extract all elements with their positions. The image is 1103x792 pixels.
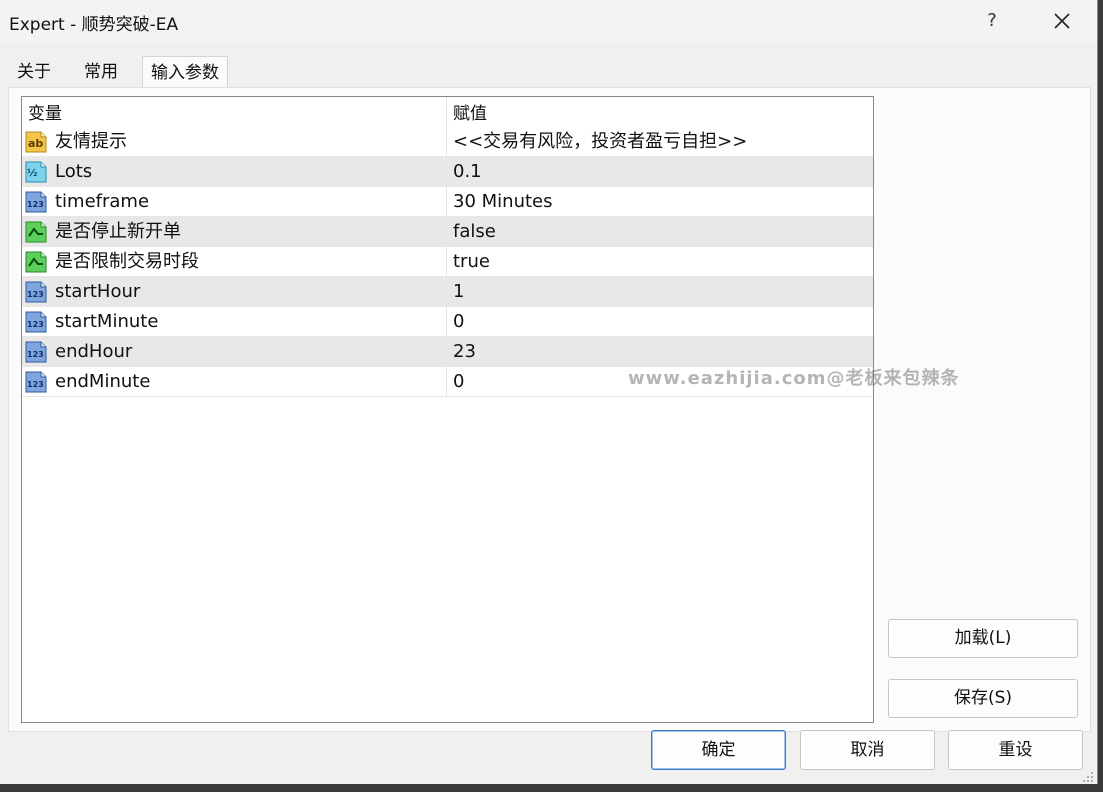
load-button[interactable]: 加载(L) bbox=[888, 619, 1078, 658]
window-title: Expert - 顺势突破-EA bbox=[9, 15, 179, 35]
table-row[interactable]: 123 startMinute 0 bbox=[22, 307, 873, 337]
parameter-value[interactable]: 0 bbox=[453, 307, 464, 337]
cancel-button[interactable]: 取消 bbox=[800, 730, 935, 770]
svg-text:123: 123 bbox=[27, 380, 44, 389]
resize-grip-icon bbox=[1083, 772, 1093, 782]
integer-123-icon: 123 bbox=[24, 190, 48, 214]
close-button[interactable] bbox=[1045, 4, 1079, 38]
parameter-name: 友情提示 bbox=[55, 131, 127, 152]
svg-text:123: 123 bbox=[27, 350, 44, 359]
table-header: 变量 赋值 bbox=[22, 97, 873, 127]
parameter-name: timeframe bbox=[55, 191, 150, 212]
resize-grip[interactable] bbox=[1082, 768, 1094, 782]
parameter-value[interactable]: 1 bbox=[453, 277, 464, 307]
table-row[interactable]: 是否限制交易时段 true bbox=[22, 247, 873, 277]
tab-about[interactable]: 关于 bbox=[8, 56, 60, 86]
title-bar: Expert - 顺势突破-EA ? bbox=[0, 0, 1097, 42]
integer-123-icon: 123 bbox=[24, 280, 48, 304]
string-ab-icon: ab bbox=[24, 130, 48, 154]
svg-text:½: ½ bbox=[27, 168, 37, 179]
table-row[interactable]: 123 startHour 1 bbox=[22, 277, 873, 307]
boolean-icon bbox=[24, 220, 48, 244]
svg-text:123: 123 bbox=[27, 290, 44, 299]
reset-button[interactable]: 重设 bbox=[948, 730, 1083, 770]
parameters-table: 变量 赋值 ab 友情提示 <<交易有风险，投资者盈亏自担>> ½ Lots 0… bbox=[21, 96, 874, 723]
ok-button[interactable]: 确定 bbox=[651, 730, 786, 770]
parameter-name: 是否停止新开单 bbox=[55, 221, 181, 242]
table-row[interactable]: ½ Lots 0.1 bbox=[22, 157, 873, 187]
parameter-name: endHour bbox=[55, 341, 133, 362]
table-row[interactable]: 123 timeframe 30 Minutes bbox=[22, 187, 873, 217]
parameter-value[interactable]: true bbox=[453, 247, 490, 277]
boolean-icon bbox=[24, 250, 48, 274]
watermark: www.eazhijia.com@老板来包辣条 bbox=[628, 368, 960, 389]
parameter-name: Lots bbox=[55, 161, 93, 182]
parameter-name: startHour bbox=[55, 281, 141, 302]
integer-123-icon: 123 bbox=[24, 340, 48, 364]
parameter-value[interactable]: <<交易有风险，投资者盈亏自担>> bbox=[453, 127, 747, 157]
tab-inputs[interactable]: 输入参数 bbox=[142, 56, 228, 88]
parameter-name: startMinute bbox=[55, 311, 159, 332]
parameter-value[interactable]: 0 bbox=[453, 367, 464, 397]
tab-common[interactable]: 常用 bbox=[74, 56, 128, 86]
column-header-value[interactable]: 赋值 bbox=[453, 97, 487, 127]
svg-text:123: 123 bbox=[27, 320, 44, 329]
save-button[interactable]: 保存(S) bbox=[888, 679, 1078, 718]
svg-text:ab: ab bbox=[28, 137, 43, 150]
parameter-value[interactable]: 23 bbox=[453, 337, 476, 367]
expert-properties-dialog: Expert - 顺势突破-EA ? 关于 常用 输入参数 变量 赋值 ab 友… bbox=[0, 0, 1098, 784]
parameter-value[interactable]: 30 Minutes bbox=[453, 187, 552, 217]
parameter-value[interactable]: false bbox=[453, 217, 496, 247]
table-row[interactable]: 是否停止新开单 false bbox=[22, 217, 873, 247]
column-header-variable[interactable]: 变量 bbox=[28, 97, 62, 127]
svg-text:123: 123 bbox=[27, 200, 44, 209]
parameter-name: endMinute bbox=[55, 371, 151, 392]
integer-123-icon: 123 bbox=[24, 370, 48, 394]
parameter-name: 是否限制交易时段 bbox=[55, 251, 199, 272]
parameter-value[interactable]: 0.1 bbox=[453, 157, 482, 187]
help-button[interactable]: ? bbox=[977, 6, 1007, 36]
double-fraction-icon: ½ bbox=[24, 160, 48, 184]
table-row[interactable]: 123 endHour 23 bbox=[22, 337, 873, 367]
table-row[interactable]: ab 友情提示 <<交易有风险，投资者盈亏自担>> bbox=[22, 127, 873, 157]
close-icon bbox=[1054, 13, 1070, 29]
integer-123-icon: 123 bbox=[24, 310, 48, 334]
